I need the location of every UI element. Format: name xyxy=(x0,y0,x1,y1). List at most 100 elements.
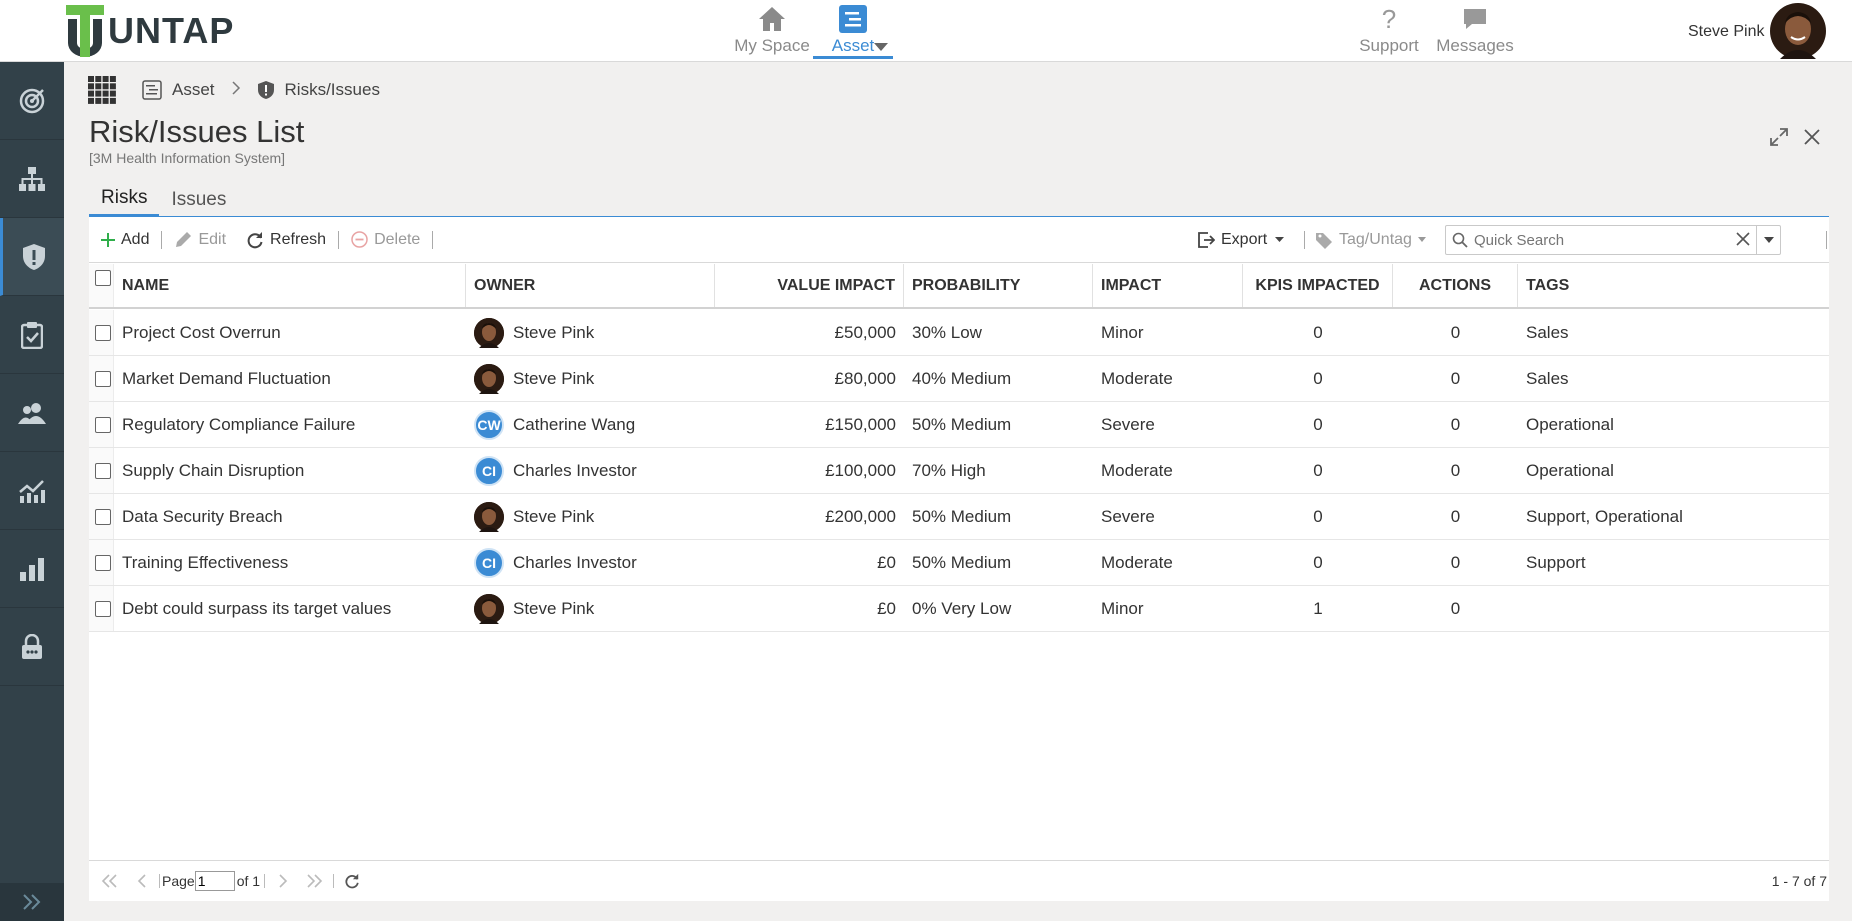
column-header-tags[interactable]: TAGS xyxy=(1518,264,1829,307)
table-row[interactable]: Market Demand Fluctuation Steve Pink £80… xyxy=(89,356,1829,402)
tab-risks[interactable]: Risks xyxy=(89,182,160,217)
table-row[interactable]: Training Effectiveness CI Charles Investo… xyxy=(89,540,1829,586)
export-button[interactable]: Export xyxy=(1187,225,1294,255)
clear-search-icon[interactable] xyxy=(1736,230,1750,251)
sidebar-item-security[interactable] xyxy=(0,608,64,686)
row-checkbox[interactable] xyxy=(95,600,111,617)
nav-messages[interactable]: Messages xyxy=(1434,0,1516,62)
expand-window-button[interactable] xyxy=(1768,126,1790,148)
pager-separator xyxy=(264,874,266,888)
cell-name[interactable]: Supply Chain Disruption xyxy=(114,448,466,493)
next-page-button[interactable] xyxy=(267,874,299,888)
cell-actions: 0 xyxy=(1450,460,1461,480)
cell-name[interactable]: Market Demand Fluctuation xyxy=(114,356,466,401)
owner-avatar xyxy=(474,363,504,394)
column-header-actions[interactable]: ACTIONS xyxy=(1393,264,1518,307)
table-row[interactable]: Debt could surpass its target values Ste… xyxy=(89,586,1829,632)
breadcrumb-separator-icon xyxy=(231,80,241,100)
sidebar-item-tasks[interactable] xyxy=(0,296,64,374)
cell-probability: 50% Medium xyxy=(912,506,1012,526)
column-header-name[interactable]: NAME xyxy=(114,264,466,307)
row-checkbox[interactable] xyxy=(95,416,111,433)
double-chevron-left-icon xyxy=(101,874,117,888)
sidebar-item-people[interactable] xyxy=(0,374,64,452)
pager: Page of 1 1 - 7 of 7 xyxy=(89,860,1829,901)
delete-button-label: Delete xyxy=(374,230,421,248)
table-row[interactable]: Regulatory Compliance Failure CW Catherin… xyxy=(89,402,1829,448)
table-row[interactable]: Data Security Breach Steve Pink £200,000… xyxy=(89,494,1829,540)
column-header-value-impact[interactable]: VALUE IMPACT xyxy=(715,264,904,307)
tag-untag-button[interactable]: Tag/Untag xyxy=(1305,225,1436,255)
sidebar-item-risks[interactable] xyxy=(0,218,64,296)
cell-owner: Steve Pink xyxy=(466,356,715,401)
column-header-probability[interactable]: PROBABILITY xyxy=(904,264,1093,307)
nav-support[interactable]: ? Support xyxy=(1356,0,1422,62)
delete-button[interactable]: Delete xyxy=(341,225,430,255)
cell-kpis-impacted: 0 xyxy=(1313,460,1323,480)
page-number-input[interactable] xyxy=(194,871,235,891)
column-header-owner[interactable]: OWNER xyxy=(466,264,715,307)
cell-name[interactable]: Training Effectiveness xyxy=(114,540,466,585)
sidebar-item-reports[interactable] xyxy=(0,530,64,608)
sidebar-item-trends[interactable] xyxy=(0,452,64,530)
column-header-kpis-impacted[interactable]: KPIS IMPACTED xyxy=(1243,264,1393,307)
app-grid-icon[interactable] xyxy=(88,76,116,104)
target-icon xyxy=(19,88,45,113)
risks-panel: Add Edit Refresh Delete Export Tag/Untag xyxy=(89,217,1829,901)
owner-name: Charles Investor xyxy=(513,552,637,572)
row-checkbox-cell xyxy=(89,448,114,493)
cell-probability: 40% Medium xyxy=(912,368,1012,388)
table-row[interactable]: Supply Chain Disruption CI Charles Invest… xyxy=(89,448,1829,494)
select-all-checkbox[interactable] xyxy=(95,270,111,286)
cell-name[interactable]: Debt could surpass its target values xyxy=(114,586,466,631)
cell-value-impact: £200,000 xyxy=(825,506,896,526)
cell-name[interactable]: Data Security Breach xyxy=(114,494,466,539)
sidebar-expand-button[interactable] xyxy=(0,883,64,921)
cell-name[interactable]: Regulatory Compliance Failure xyxy=(114,402,466,447)
nav-messages-label: Messages xyxy=(1436,36,1514,55)
user-avatar[interactable] xyxy=(1770,3,1826,59)
last-page-button[interactable] xyxy=(299,874,331,888)
table-row[interactable]: Project Cost Overrun Steve Pink £50,000 … xyxy=(89,310,1829,356)
users-icon xyxy=(18,402,46,424)
reload-page-button[interactable] xyxy=(336,873,368,889)
edit-button[interactable]: Edit xyxy=(164,225,236,255)
row-checkbox[interactable] xyxy=(95,554,111,571)
add-button-label: Add xyxy=(121,230,150,248)
row-checkbox-cell xyxy=(89,310,114,355)
row-checkbox[interactable] xyxy=(95,370,111,387)
app-logo[interactable]: UNTAP xyxy=(66,4,234,58)
chat-bubble-icon xyxy=(1462,2,1488,36)
cell-impact: Moderate xyxy=(1101,552,1173,572)
nav-my-space[interactable]: My Space xyxy=(726,0,818,62)
cell-owner: CI Charles Investor xyxy=(466,540,715,585)
column-header-impact[interactable]: IMPACT xyxy=(1093,264,1243,307)
row-checkbox[interactable] xyxy=(95,508,111,525)
expand-icon xyxy=(1770,128,1788,146)
owner-avatar: CI xyxy=(474,455,504,486)
cell-probability: 50% Medium xyxy=(912,414,1012,434)
quick-search-input[interactable] xyxy=(1474,231,1724,249)
tab-issues[interactable]: Issues xyxy=(159,182,238,217)
cell-name[interactable]: Project Cost Overrun xyxy=(114,310,466,355)
row-checkbox[interactable] xyxy=(95,324,111,341)
cell-actions: 0 xyxy=(1450,598,1461,618)
first-page-button[interactable] xyxy=(93,874,125,888)
user-name[interactable]: Steve Pink xyxy=(1688,23,1764,41)
pencil-icon xyxy=(174,231,192,249)
cell-impact: Severe xyxy=(1101,414,1155,434)
row-checkbox[interactable] xyxy=(95,462,111,479)
prev-page-button[interactable] xyxy=(125,874,157,888)
cell-actions: 0 xyxy=(1450,552,1461,572)
sidebar-item-goals[interactable] xyxy=(0,62,64,140)
breadcrumb: Asset Risks/Issues xyxy=(88,76,380,104)
add-button[interactable]: Add xyxy=(91,225,159,255)
cell-kpis-impacted: 0 xyxy=(1313,322,1323,342)
breadcrumb-asset[interactable]: Asset xyxy=(172,80,215,100)
refresh-button[interactable]: Refresh xyxy=(236,225,336,255)
cell-kpis-impacted: 0 xyxy=(1313,506,1323,526)
search-options-dropdown[interactable] xyxy=(1756,226,1780,254)
sidebar-item-hierarchy[interactable] xyxy=(0,140,64,218)
asset-dropdown-icon[interactable] xyxy=(874,38,888,56)
close-window-button[interactable] xyxy=(1801,126,1823,148)
